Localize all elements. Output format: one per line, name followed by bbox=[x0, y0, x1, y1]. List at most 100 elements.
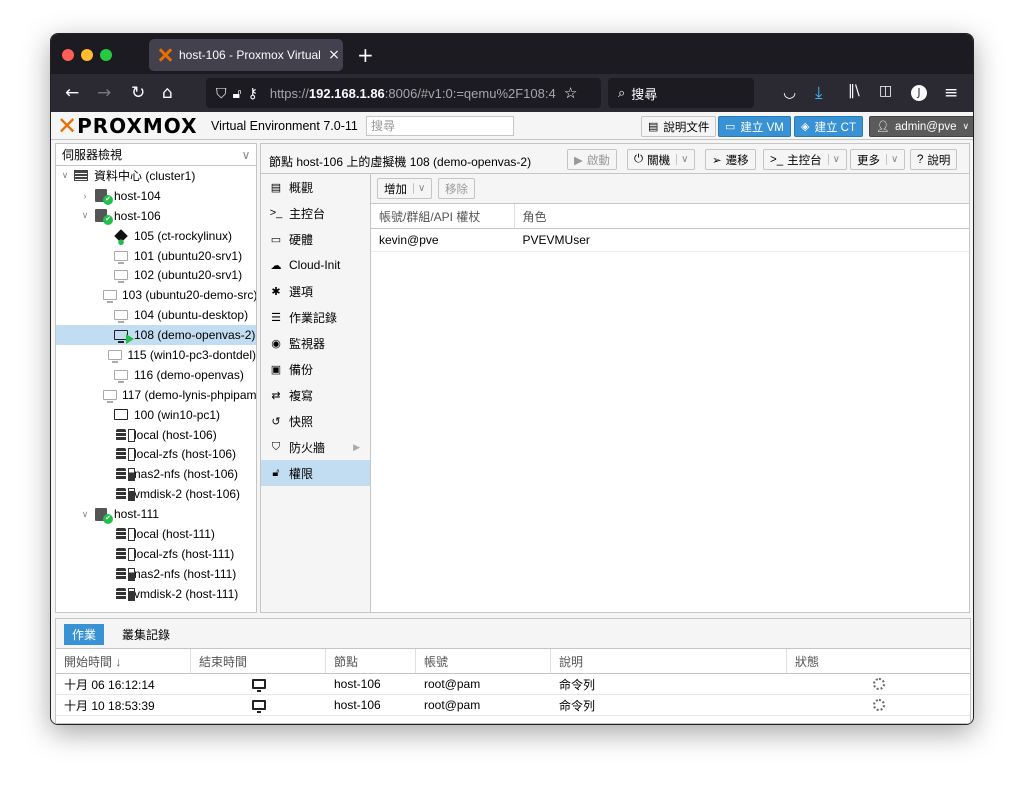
book-icon: ▤ bbox=[648, 121, 659, 133]
column-header-user[interactable]: 帳號/群組/API 權杖 bbox=[371, 204, 515, 228]
column-header-end-time[interactable]: 結束時間 bbox=[191, 649, 326, 673]
help-button[interactable]: ? 說明 bbox=[910, 149, 958, 170]
forward-icon[interactable]: → bbox=[97, 83, 111, 103]
tree-item[interactable]: local (host-106) bbox=[56, 425, 256, 445]
tab-cluster-log[interactable]: 叢集記錄 bbox=[114, 624, 178, 645]
back-icon[interactable]: ← bbox=[65, 83, 79, 103]
sidebar-icon[interactable]: ◫ bbox=[879, 83, 892, 99]
column-header-node[interactable]: 節點 bbox=[326, 649, 416, 673]
shield-icon[interactable]: ⛉ bbox=[216, 85, 227, 102]
create-vm-button[interactable]: ▭ 建立 VM bbox=[718, 116, 791, 137]
tree-item[interactable]: local (host-111) bbox=[56, 524, 256, 544]
tree-item[interactable]: local-zfs (host-106) bbox=[56, 444, 256, 464]
nav-item[interactable]: 🔓︎ 權限 bbox=[261, 460, 370, 486]
vm-stopped-icon bbox=[103, 288, 117, 304]
new-tab-button[interactable]: + bbox=[357, 43, 374, 67]
column-header-role[interactable]: 角色 bbox=[515, 204, 969, 228]
account-avatar-icon[interactable]: J bbox=[911, 85, 927, 101]
nav-item[interactable]: ◉ 監視器 bbox=[261, 330, 370, 356]
start-button[interactable]: ▶ 啟動 bbox=[567, 149, 617, 170]
zoom-window-button[interactable] bbox=[100, 49, 112, 61]
tree-item[interactable]: 105 (ct-rockylinux) bbox=[56, 226, 256, 246]
search-input[interactable]: 搜尋 bbox=[366, 116, 514, 136]
tree-item[interactable]: nas2-nfs (host-111) bbox=[56, 564, 256, 584]
nav-item[interactable]: ☰ 作業記錄 bbox=[261, 304, 370, 330]
tree-item[interactable]: 108 (demo-openvas-2) bbox=[56, 325, 256, 346]
migrate-button[interactable]: ➢ 遷移 bbox=[705, 149, 756, 170]
tree-item[interactable]: › host-104 bbox=[56, 186, 256, 206]
nav-item[interactable]: >_ 主控台 bbox=[261, 200, 370, 226]
view-selector[interactable]: 伺服器檢視 ∨ bbox=[56, 144, 256, 166]
tree-item-label: 資料中心 (cluster1) bbox=[94, 169, 196, 184]
tree-item[interactable]: ∨ host-111 bbox=[56, 504, 256, 524]
tree-item[interactable]: ∨ host-106 bbox=[56, 206, 256, 226]
close-window-button[interactable] bbox=[62, 49, 74, 61]
remove-permission-button[interactable]: 移除 bbox=[438, 178, 475, 199]
history-icon: ↺ bbox=[271, 415, 281, 428]
tree-item[interactable]: 101 (ubuntu20-srv1) bbox=[56, 246, 256, 266]
reload-icon[interactable]: ↻ bbox=[131, 83, 145, 103]
nav-item-label: 複寫 bbox=[289, 388, 314, 403]
tree-item[interactable]: 104 (ubuntu-desktop) bbox=[56, 305, 256, 325]
nav-item[interactable]: ☁ Cloud-Init bbox=[261, 252, 370, 278]
minimize-window-button[interactable] bbox=[81, 49, 93, 61]
url-bar[interactable]: ⛉ 🔓︎ ⚷ https://192.168.1.86:8006/#v1:0:=… bbox=[206, 78, 601, 108]
table-row[interactable]: 十月 06 16:12:14 host-106 root@pam 命令列 bbox=[56, 674, 970, 695]
nav-item[interactable]: ⇄ 複寫 bbox=[261, 382, 370, 408]
shutdown-button[interactable]: ⏻ 關機 ∨ bbox=[627, 149, 696, 170]
table-row[interactable]: 十月 10 18:53:39 host-106 root@pam 命令列 bbox=[56, 695, 970, 716]
column-header-status[interactable]: 狀態 bbox=[787, 649, 970, 673]
table-row[interactable]: kevin@pve PVEVMUser bbox=[371, 229, 969, 252]
task-node: host-106 bbox=[334, 698, 381, 712]
url-text[interactable]: https://192.168.1.86:8006/#v1:0:=qemu%2F… bbox=[270, 86, 560, 101]
tree-item[interactable]: 103 (ubuntu20-demo-src) bbox=[56, 285, 256, 305]
browser-tab[interactable]: host-106 - Proxmox Virtual Envi × bbox=[149, 39, 343, 71]
docs-button[interactable]: ▤ 說明文件 bbox=[641, 116, 717, 137]
tree-item[interactable]: vmdisk-2 (host-106) bbox=[56, 484, 256, 504]
nav-item[interactable]: ▤ 概觀 bbox=[261, 174, 370, 200]
tree-item[interactable]: 115 (win10-pc3-dontdel) bbox=[56, 345, 256, 365]
chevron-down-icon[interactable]: ∨ bbox=[80, 509, 90, 520]
tree-item[interactable]: vmdisk-2 (host-111) bbox=[56, 584, 256, 604]
cube-icon: ◈ bbox=[801, 121, 810, 133]
tree-item-label: 116 (demo-openvas) bbox=[134, 367, 244, 382]
create-ct-button[interactable]: ◈ 建立 CT bbox=[794, 116, 863, 137]
key-icon[interactable]: ⚷ bbox=[248, 85, 258, 102]
column-header-user[interactable]: 帳號 bbox=[416, 649, 551, 673]
tree-item[interactable]: local-zfs (host-111) bbox=[56, 544, 256, 564]
console-button[interactable]: >_ 主控台 ∨ bbox=[763, 149, 847, 170]
tree-item[interactable]: nas2-nfs (host-106) bbox=[56, 464, 256, 484]
add-permission-button[interactable]: 增加 ∨ bbox=[377, 178, 433, 199]
floppy-icon: ▣ bbox=[270, 363, 282, 376]
tree-item[interactable]: 102 (ubuntu20-srv1) bbox=[56, 265, 256, 285]
nav-item[interactable]: ▭ 硬體 bbox=[261, 226, 370, 252]
nav-item[interactable]: ⛉ 防火牆 ▶ bbox=[261, 434, 370, 460]
nav-item[interactable]: ▣ 備份 bbox=[261, 356, 370, 382]
column-header-description[interactable]: 說明 bbox=[551, 649, 787, 673]
menu-icon[interactable]: ≡ bbox=[944, 83, 958, 103]
nav-item[interactable]: ↺ 快照 bbox=[261, 408, 370, 434]
more-button[interactable]: 更多 ∨ bbox=[850, 149, 906, 170]
chevron-down-icon[interactable]: ∨ bbox=[80, 210, 90, 221]
nav-item[interactable]: ✱ 選項 bbox=[261, 278, 370, 304]
tree-item-label: local-zfs (host-106) bbox=[134, 447, 237, 462]
download-icon[interactable]: ⤓ bbox=[815, 83, 823, 103]
home-icon[interactable]: ⌂ bbox=[162, 83, 173, 103]
library-icon[interactable]: ‖\ bbox=[848, 83, 860, 99]
lock-warning-icon[interactable]: 🔓︎ bbox=[233, 85, 242, 102]
pocket-icon[interactable]: ◡ bbox=[783, 83, 796, 101]
user-menu-button[interactable]: 👤︎ admin@pve ∨ bbox=[869, 116, 973, 137]
tree-item[interactable]: 100 (win10-pc1) bbox=[56, 405, 256, 425]
chevron-right-icon[interactable]: › bbox=[80, 191, 90, 201]
tree-item-label: 103 (ubuntu20-demo-src) bbox=[122, 288, 256, 303]
browser-search-bar[interactable]: ⌕ 搜尋 bbox=[608, 78, 754, 108]
tab-tasks[interactable]: 作業 bbox=[64, 624, 105, 645]
tree-item[interactable]: 117 (demo-lynis-phpipam) bbox=[56, 385, 256, 405]
column-header-start-time[interactable]: 開始時間 ↓ bbox=[56, 649, 191, 673]
tree-item[interactable]: 116 (demo-openvas) bbox=[56, 365, 256, 385]
proxmox-app: ✕ PROXMOX Virtual Environment 7.0-11 搜尋 ▤… bbox=[51, 112, 973, 724]
bookmark-star-icon[interactable]: ☆ bbox=[564, 84, 577, 102]
tab-close-icon[interactable]: × bbox=[325, 47, 343, 63]
chevron-down-icon[interactable]: ∨ bbox=[60, 170, 70, 181]
tree-item[interactable]: ∨ 資料中心 (cluster1) bbox=[56, 166, 256, 186]
